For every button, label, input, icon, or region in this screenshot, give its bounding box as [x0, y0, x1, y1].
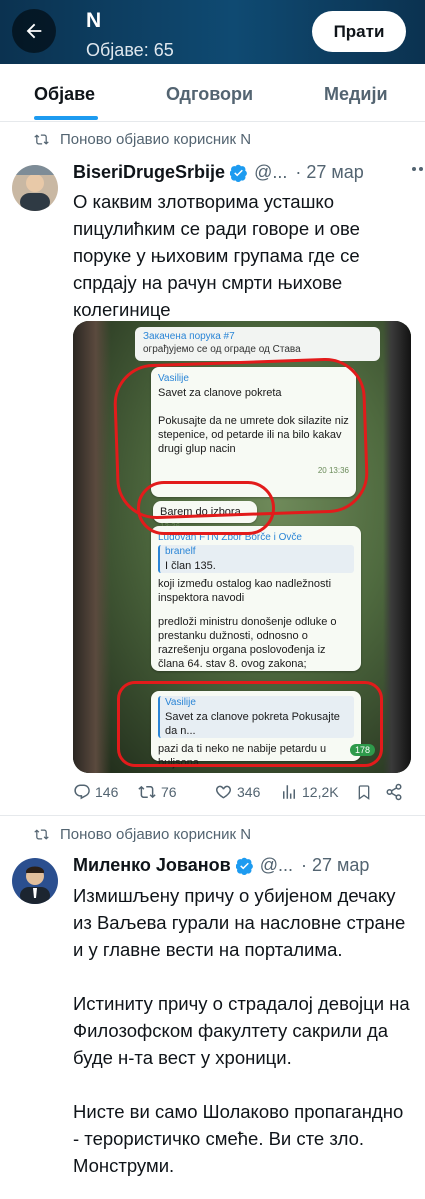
verified-icon — [235, 857, 254, 875]
views-count: 12,2K — [302, 784, 339, 800]
bookmark-button[interactable] — [356, 783, 372, 801]
post-paragraph: Измишљену причу о убијеном дечаку из Ваљ… — [73, 885, 406, 960]
back-button[interactable] — [12, 9, 56, 53]
reply-button[interactable]: 146 — [73, 783, 118, 801]
repost-icon — [34, 134, 49, 145]
back-arrow-icon — [26, 23, 42, 39]
post-divider — [0, 815, 425, 816]
post-author-line: BiseriDrugeSrbije @... · 27 мар — [73, 162, 423, 183]
message-line: koji između ostalog kao nadležnosti insp… — [158, 578, 332, 604]
red-marker-outline — [117, 681, 383, 767]
avatar[interactable] — [12, 858, 58, 904]
hand-edge — [73, 321, 111, 773]
repost-label: Поново објавио корисник N — [34, 826, 252, 843]
post-paragraph: Истиниту причу о страдалој девојци на Фи… — [73, 993, 410, 1068]
repost-label: Поново објавио корисник N — [34, 131, 252, 148]
posts-count: Објаве: 65 — [86, 40, 174, 60]
repost-text: Поново објавио корисник N — [60, 826, 252, 843]
phone-edge — [383, 321, 411, 773]
post-date: · 27 мар — [300, 855, 370, 875]
views-icon — [283, 785, 295, 799]
post-text: Измишљену причу о убијеном дечаку из Ваљ… — [73, 882, 413, 1179]
repost-text: Поново објавио корисник N — [60, 131, 252, 148]
author-name[interactable]: BiseriDrugeSrbije — [73, 162, 225, 183]
profile-tabs: Објаве Одговори Медији — [0, 64, 425, 122]
like-icon — [216, 785, 231, 799]
share-button[interactable] — [385, 783, 403, 801]
avatar-image — [12, 165, 58, 211]
quote-text: I član 135. — [165, 560, 216, 572]
tab-media[interactable]: Медији — [324, 84, 388, 105]
message-line: predloži ministru donošenje odluke o pre… — [158, 616, 337, 670]
post-paragraph: Нисте ви само Шолаково пропагандно - тер… — [73, 1101, 404, 1176]
views-button[interactable]: 12,2K — [280, 783, 339, 801]
post-actions: 146 76 346 12,2K — [73, 783, 413, 807]
author-handle: @... — [259, 855, 293, 875]
post-author-line: Миленко Јованов @... · 27 мар — [73, 855, 369, 876]
tab-posts[interactable]: Објаве — [34, 84, 95, 105]
chat-message: Ludovan FTN Zbor Borče i Ovče branelf I … — [151, 526, 361, 671]
message-quote: branelf I član 135. — [158, 545, 354, 573]
quote-sender: branelf — [165, 546, 196, 557]
repost-button[interactable]: 76 — [137, 783, 177, 801]
author-name[interactable]: Миленко Јованов — [73, 855, 231, 876]
repost-icon — [34, 829, 49, 840]
profile-name: N — [86, 9, 102, 32]
more-icon[interactable] — [411, 156, 425, 177]
tab-replies[interactable]: Одговори — [166, 84, 253, 105]
share-icon — [386, 783, 402, 801]
repost-icon — [138, 785, 156, 799]
reply-icon — [74, 784, 90, 800]
verified-icon — [230, 164, 248, 182]
post-date: · 27 мар — [295, 162, 364, 182]
active-tab-indicator — [34, 116, 98, 120]
post-text: О каквим злотворима усташко пицулићким с… — [73, 191, 360, 320]
profile-header: N Објаве: 65 Прати — [0, 0, 425, 64]
author-handle: @... — [254, 162, 288, 182]
repost-count: 76 — [161, 784, 177, 800]
pinned-message: Закачена порука #7 ограђујемо се од огра… — [135, 327, 380, 361]
reply-count: 146 — [95, 784, 119, 800]
bookmark-icon — [358, 785, 370, 800]
post-media-image[interactable]: Закачена порука #7 ограђујемо се од огра… — [73, 321, 411, 773]
pinned-text: ограђујемо се од ограде од Става — [143, 344, 301, 355]
like-button[interactable]: 346 — [214, 783, 260, 801]
follow-button[interactable]: Прати — [312, 11, 406, 52]
avatar[interactable] — [12, 165, 58, 211]
avatar-image — [12, 858, 58, 904]
like-count: 346 — [237, 784, 261, 800]
pinned-title: Закачена порука #7 — [143, 331, 235, 342]
red-marker-outline — [137, 481, 275, 535]
